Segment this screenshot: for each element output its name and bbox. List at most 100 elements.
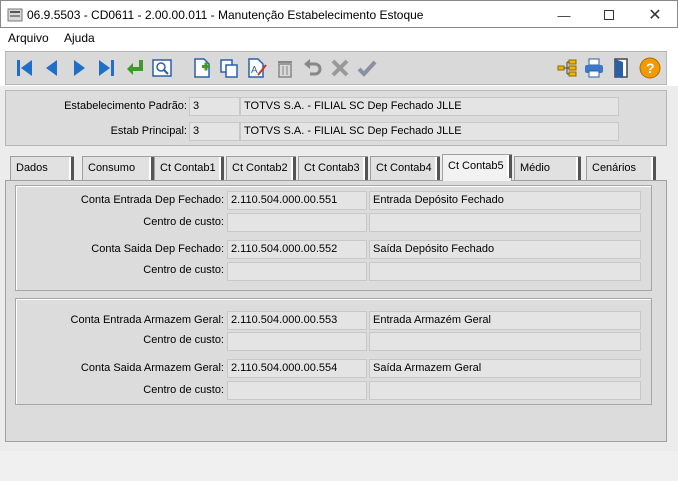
maximize-button[interactable] xyxy=(586,1,632,29)
maximize-icon xyxy=(604,10,614,20)
estab-principal-code-field[interactable]: 3 xyxy=(189,122,240,141)
centro-custo-field[interactable] xyxy=(227,381,367,400)
previous-record-icon xyxy=(46,60,57,76)
minimize-icon: — xyxy=(557,7,571,23)
conta-entrada-dep-fechado-field[interactable]: 2.110.504.000.00.551 xyxy=(227,191,367,210)
conta-entrada-armazem-geral-field[interactable]: 2.110.504.000.00.553 xyxy=(227,311,367,330)
centro-custo-field[interactable] xyxy=(227,213,367,232)
tab-ct-contab3[interactable]: Ct Contab3 xyxy=(298,156,368,180)
next-record-button[interactable] xyxy=(66,55,92,81)
estab-principal-label: Estab Principal: xyxy=(110,125,187,137)
tab-label: Ct Contab2 xyxy=(232,162,288,174)
tab-ct-contab1[interactable]: Ct Contab1 xyxy=(154,156,224,180)
estab-padrao-label: Estabelecimento Padrão: xyxy=(64,100,187,112)
new-icon xyxy=(194,58,210,78)
help-icon: ? xyxy=(639,57,661,79)
tab-label: Dados xyxy=(16,162,48,174)
tab-label: Ct Contab4 xyxy=(376,162,432,174)
tab-separator xyxy=(69,157,74,180)
print-icon xyxy=(585,58,603,78)
window-title: 06.9.5503 - CD0611 - 2.00.00.011 - Manut… xyxy=(27,8,424,22)
copy-icon xyxy=(220,59,238,78)
title-bar: 06.9.5503 - CD0611 - 2.00.00.011 - Manut… xyxy=(0,0,678,28)
centro-custo-label: Centro de custo: xyxy=(143,264,224,276)
svg-text:?: ? xyxy=(646,60,655,76)
exit-button[interactable] xyxy=(609,55,635,81)
svg-text:A: A xyxy=(251,65,258,76)
confirm-button[interactable] xyxy=(354,55,380,81)
tab-separator xyxy=(507,155,512,178)
tree-button[interactable] xyxy=(554,55,580,81)
close-icon: ✕ xyxy=(648,7,662,24)
next-record-icon xyxy=(74,60,85,76)
conta-saida-dep-fechado-field[interactable]: 2.110.504.000.00.552 xyxy=(227,240,367,259)
edit-icon: A xyxy=(248,58,267,78)
tab-ct-contab4[interactable]: Ct Contab4 xyxy=(370,156,440,180)
centro-custo-field[interactable] xyxy=(227,262,367,281)
menu-arquivo[interactable]: Arquivo xyxy=(8,31,49,45)
tab-separator xyxy=(219,157,224,180)
tab-separator xyxy=(651,157,656,180)
delete-button[interactable] xyxy=(272,55,298,81)
tab-label: Consumo xyxy=(88,162,136,174)
tab-label: Ct Contab3 xyxy=(304,162,360,174)
toolbar: A ? xyxy=(5,51,667,85)
tab-separator xyxy=(576,157,581,180)
print-button[interactable] xyxy=(581,55,607,81)
copy-button[interactable] xyxy=(216,55,242,81)
exit-icon xyxy=(614,58,628,78)
centro-custo-field[interactable] xyxy=(227,332,367,351)
tab-label: Médio xyxy=(520,162,550,174)
goto-button[interactable] xyxy=(122,55,148,81)
centro-custo-label: Centro de custo: xyxy=(143,216,224,228)
conta-entrada-dep-fechado-label: Conta Entrada Dep Fechado: xyxy=(80,194,224,206)
tab-cenarios[interactable]: Cenários xyxy=(586,156,656,180)
conta-saida-armazem-geral-field[interactable]: 2.110.504.000.00.554 xyxy=(227,359,367,378)
tab-dados[interactable]: Dados xyxy=(10,156,74,180)
last-record-button[interactable] xyxy=(93,55,119,81)
centro-custo-desc xyxy=(369,262,641,281)
edit-button[interactable]: A xyxy=(244,55,270,81)
tab-separator xyxy=(291,157,296,180)
menu-ajuda[interactable]: Ajuda xyxy=(64,31,95,45)
conta-saida-armazem-geral-label: Conta Saida Armazem Geral: xyxy=(80,362,224,374)
conta-entrada-dep-fechado-desc: Entrada Depósito Fechado xyxy=(369,191,641,210)
centro-custo-label: Centro de custo: xyxy=(143,384,224,396)
minimize-button[interactable]: — xyxy=(541,1,587,29)
tab-ct-contab5[interactable]: Ct Contab5 xyxy=(442,154,512,181)
estab-padrao-code-field[interactable]: 3 xyxy=(189,97,240,116)
centro-custo-label: Centro de custo: xyxy=(143,334,224,346)
tree-icon xyxy=(557,59,577,77)
conta-saida-armazem-geral-desc: Saída Armazem Geral xyxy=(369,359,641,378)
cancel-button[interactable] xyxy=(327,55,353,81)
tab-consumo[interactable]: Consumo xyxy=(82,156,154,180)
new-button[interactable] xyxy=(189,55,215,81)
status-bar xyxy=(0,451,678,481)
search-button[interactable] xyxy=(149,55,175,81)
search-icon xyxy=(152,59,172,77)
tab-separator xyxy=(363,157,368,180)
delete-icon xyxy=(278,61,292,78)
undo-button[interactable] xyxy=(300,55,326,81)
tab-label: Ct Contab1 xyxy=(160,162,216,174)
help-button[interactable]: ? xyxy=(637,55,663,81)
tab-label: Cenários xyxy=(592,162,637,174)
conta-saida-dep-fechado-label: Conta Saida Dep Fechado: xyxy=(91,243,224,255)
menu-bar: Arquivo Ajuda xyxy=(1,28,677,47)
first-record-button[interactable] xyxy=(12,55,38,81)
centro-custo-desc xyxy=(369,381,641,400)
tab-separator xyxy=(435,157,440,180)
close-button[interactable]: ✕ xyxy=(632,1,678,29)
centro-custo-desc xyxy=(369,332,641,351)
undo-icon xyxy=(304,59,322,76)
estab-principal-name-field: TOTVS S.A. - FILIAL SC Dep Fechado JLLE xyxy=(240,122,619,141)
goto-icon xyxy=(127,60,143,75)
tab-medio[interactable]: Médio xyxy=(514,156,581,180)
conta-entrada-armazem-geral-label: Conta Entrada Armazem Geral: xyxy=(70,314,224,326)
last-record-icon xyxy=(99,60,114,76)
first-record-icon xyxy=(17,60,32,76)
app-icon xyxy=(7,8,23,22)
previous-record-button[interactable] xyxy=(39,55,65,81)
conta-entrada-armazem-geral-desc: Entrada Armazém Geral xyxy=(369,311,641,330)
tab-ct-contab2[interactable]: Ct Contab2 xyxy=(226,156,296,180)
